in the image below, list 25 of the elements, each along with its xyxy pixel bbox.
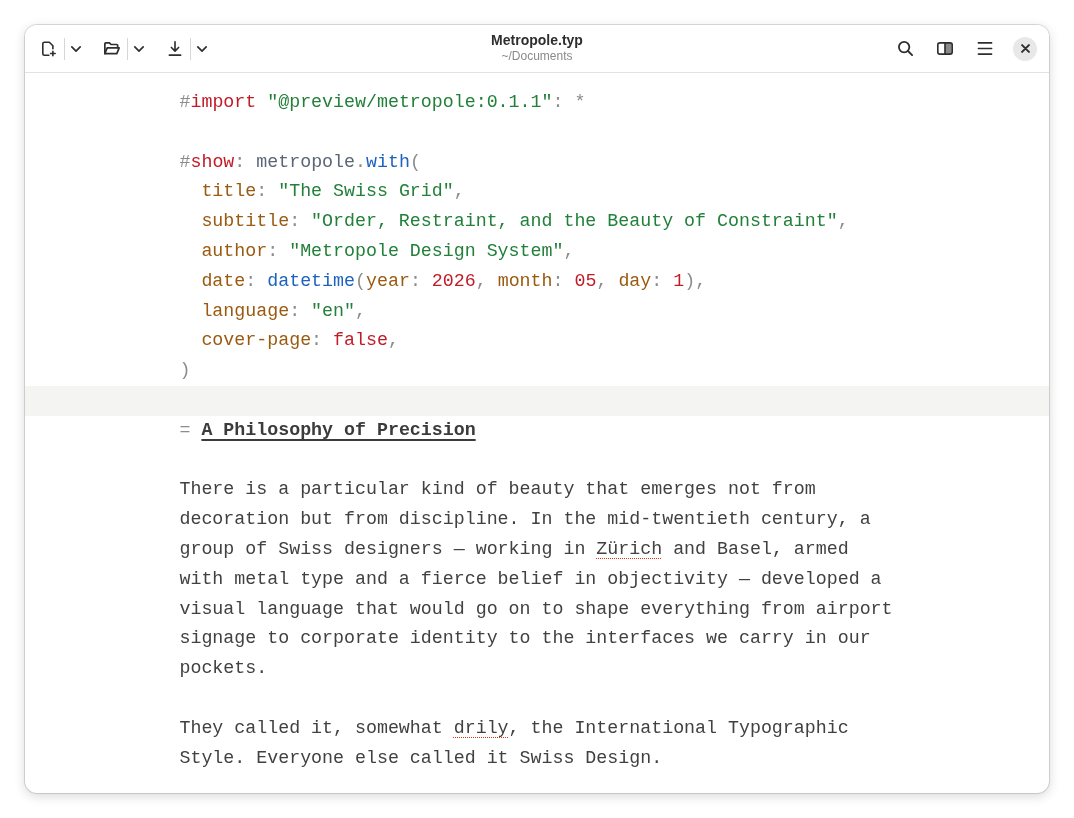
chevron-down-icon (71, 45, 81, 52)
split-panel-icon (937, 42, 953, 55)
code-line: ) (179, 359, 191, 383)
chevron-down-icon (197, 45, 207, 52)
file-plus-icon (41, 40, 56, 57)
code-line: language: "en", (200, 299, 366, 323)
code-line: date: datetime(year: 2026, month: 05, day: 1), (200, 269, 707, 293)
code-line: author: "Metropole Design System", (200, 240, 575, 263)
code-line: title: "The Swiss Grid", (200, 180, 465, 204)
code-line: subtitle: "Order, Restraint, and the Beauty of Constraint", (200, 210, 849, 234)
code-line: cover-page: false, (200, 329, 399, 353)
menu-icon (977, 42, 993, 55)
code-line: #import "@preview/metropole:0.1.1": * (179, 91, 586, 114)
close-icon (1020, 44, 1030, 53)
chevron-down-icon (134, 45, 144, 52)
paragraph-text: They called it, somewhat drily, the International Typographic Style. Everyone else called it Swiss Design. (179, 716, 850, 770)
download-icon (167, 41, 182, 56)
window-title: Metropole.typ (491, 31, 583, 49)
code-line: #show: metropole.with( (179, 150, 421, 174)
search-icon (897, 41, 913, 56)
heading-line: = A Philosophy of Precision (179, 418, 476, 442)
folder-icon (103, 42, 120, 55)
window-subtitle: ~/Documents (501, 48, 573, 64)
close-button[interactable] (1013, 36, 1037, 61)
paragraph-text: There is a particular kind of beauty that emerges not from decoration but from discipline. In the mid-twentieth century, a group of Swiss designers — working in Zürich and Basel, armed with metal type and a fierce belief in objectivity — developed a visual language that would go on to shape everything from airport signage to corporate identity to the interfaces we carry in our pockets. (179, 478, 894, 681)
